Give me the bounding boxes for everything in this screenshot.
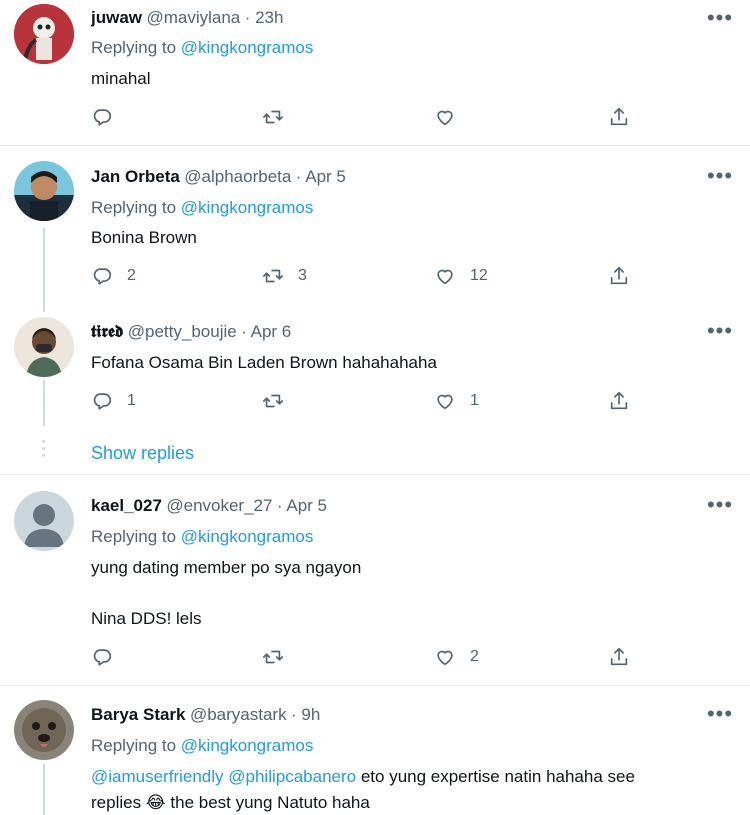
like-button[interactable]: 12 bbox=[434, 264, 488, 288]
more-icon[interactable]: ••• bbox=[706, 165, 734, 187]
like-icon bbox=[434, 390, 456, 412]
retweet-button[interactable] bbox=[262, 645, 284, 669]
thread-dots bbox=[42, 440, 46, 461]
tweet-actions bbox=[91, 105, 651, 129]
tweet-text: Bonina Brown bbox=[91, 228, 197, 247]
tweet-text: Fofana Osama Bin Laden Brown hahahahaha bbox=[91, 353, 437, 372]
thread-line bbox=[43, 764, 45, 815]
retweet-button[interactable] bbox=[262, 105, 284, 129]
tweet-juwaw[interactable]: juwaw @maviylana · 23h ••• Replying to @… bbox=[0, 0, 750, 145]
share-icon bbox=[608, 106, 630, 128]
reply-button[interactable] bbox=[91, 105, 113, 129]
like-icon bbox=[434, 646, 456, 668]
share-button[interactable] bbox=[608, 645, 630, 669]
reply-button[interactable]: 2 bbox=[91, 264, 136, 288]
reply-button[interactable] bbox=[91, 645, 113, 669]
replying-to-handle[interactable]: @kingkongramos bbox=[181, 527, 314, 546]
tweet-time[interactable]: · 9h bbox=[291, 705, 320, 724]
author-name[interactable]: 𝖙𝖎𝖗𝖊𝖉 bbox=[91, 322, 123, 341]
replying-prefix: Replying to bbox=[91, 527, 177, 546]
thread-line bbox=[43, 380, 45, 426]
author-name[interactable]: Barya Stark bbox=[91, 705, 186, 724]
thread-line bbox=[43, 228, 45, 312]
tweet-text-line-2: replies 😂 the best yung Natuto haha bbox=[91, 793, 370, 812]
like-button[interactable]: 2 bbox=[434, 645, 479, 669]
author-handle[interactable]: @alphaorbeta bbox=[184, 167, 291, 186]
retweet-icon bbox=[262, 390, 284, 412]
tweet-kael[interactable]: kael_027 @envoker_27 · Apr 5 ••• Replyin… bbox=[0, 475, 750, 685]
author-handle[interactable]: @petty_boujie bbox=[128, 322, 237, 341]
author-name[interactable]: juwaw bbox=[91, 8, 142, 27]
tweet-text-line-1: @iamuserfriendly @philipcabanero eto yun… bbox=[91, 765, 635, 788]
replying-to: Replying to @kingkongramos bbox=[91, 527, 313, 547]
more-icon[interactable]: ••• bbox=[706, 494, 734, 516]
share-icon bbox=[608, 390, 630, 412]
like-button[interactable]: 1 bbox=[434, 389, 479, 413]
tweet-text-line-1: yung dating member po sya ngayon bbox=[91, 558, 362, 577]
tweet-petty-boujie[interactable]: 𝖙𝖎𝖗𝖊𝖉 @petty_boujie · Apr 6 ••• Fofana O… bbox=[0, 306, 750, 426]
reply-icon bbox=[91, 390, 113, 412]
tweet-text: minahal bbox=[91, 69, 151, 88]
retweet-icon bbox=[262, 106, 284, 128]
tweet-jan-orbeta[interactable]: Jan Orbeta @alphaorbeta · Apr 5 ••• Repl… bbox=[0, 146, 750, 306]
more-icon[interactable]: ••• bbox=[706, 703, 734, 725]
share-button[interactable] bbox=[608, 389, 630, 413]
retweet-button[interactable]: 3 bbox=[262, 264, 307, 288]
tweet-actions: 1 1 bbox=[91, 389, 651, 413]
replying-prefix: Replying to bbox=[91, 736, 177, 755]
tweet-time[interactable]: · Apr 5 bbox=[277, 496, 327, 515]
tweet-actions: 2 3 12 bbox=[91, 264, 651, 288]
reply-count: 1 bbox=[127, 392, 136, 409]
reply-icon bbox=[91, 106, 113, 128]
replying-to-handle[interactable]: @kingkongramos bbox=[181, 198, 314, 217]
replying-to-handle[interactable]: @kingkongramos bbox=[181, 736, 314, 755]
author-handle[interactable]: @maviylana bbox=[146, 8, 240, 27]
avatar[interactable] bbox=[14, 4, 74, 64]
more-icon[interactable]: ••• bbox=[706, 320, 734, 342]
avatar[interactable] bbox=[14, 700, 74, 760]
mention-link[interactable]: @philipcabanero bbox=[228, 767, 356, 786]
replying-prefix: Replying to bbox=[91, 198, 177, 217]
share-button[interactable] bbox=[608, 264, 630, 288]
tweet-text-line-2: Nina DDS! lels bbox=[91, 609, 202, 628]
replying-to: Replying to @kingkongramos bbox=[91, 38, 313, 58]
avatar[interactable] bbox=[14, 317, 74, 377]
retweet-button[interactable] bbox=[262, 389, 284, 413]
show-replies-link[interactable]: Show replies bbox=[91, 443, 194, 464]
tweet-time[interactable]: · 23h bbox=[245, 8, 284, 27]
more-icon[interactable]: ••• bbox=[706, 7, 734, 29]
reply-icon bbox=[91, 646, 113, 668]
reply-button[interactable]: 1 bbox=[91, 389, 136, 413]
like-icon bbox=[434, 106, 456, 128]
author-name[interactable]: Jan Orbeta bbox=[91, 167, 180, 186]
author-handle[interactable]: @envoker_27 bbox=[166, 496, 272, 515]
reply-count: 2 bbox=[127, 267, 136, 284]
retweet-count: 3 bbox=[298, 267, 307, 284]
avatar[interactable] bbox=[14, 491, 74, 551]
reply-icon bbox=[91, 265, 113, 287]
tweet-time[interactable]: · Apr 6 bbox=[241, 322, 291, 341]
share-button[interactable] bbox=[608, 105, 630, 129]
like-count: 12 bbox=[470, 267, 488, 284]
like-icon bbox=[434, 265, 456, 287]
tweet-text: eto yung expertise natin hahaha see bbox=[356, 767, 635, 786]
like-count: 2 bbox=[470, 648, 479, 665]
like-count: 1 bbox=[470, 392, 479, 409]
tweet-actions: 2 bbox=[91, 645, 651, 669]
mention-link[interactable]: @iamuserfriendly bbox=[91, 767, 224, 786]
avatar[interactable] bbox=[14, 161, 74, 221]
retweet-icon bbox=[262, 265, 284, 287]
author-name[interactable]: kael_027 bbox=[91, 496, 162, 515]
retweet-icon bbox=[262, 646, 284, 668]
replying-prefix: Replying to bbox=[91, 38, 177, 57]
share-icon bbox=[608, 265, 630, 287]
tweet-time[interactable]: · Apr 5 bbox=[296, 167, 346, 186]
replying-to: Replying to @kingkongramos bbox=[91, 198, 313, 218]
tweet-barya-stark[interactable]: Barya Stark @baryastark · 9h ••• Replyin… bbox=[0, 686, 750, 815]
share-icon bbox=[608, 646, 630, 668]
replying-to: Replying to @kingkongramos bbox=[91, 736, 313, 756]
replying-to-handle[interactable]: @kingkongramos bbox=[181, 38, 314, 57]
author-handle[interactable]: @baryastark bbox=[190, 705, 287, 724]
like-button[interactable] bbox=[434, 105, 456, 129]
